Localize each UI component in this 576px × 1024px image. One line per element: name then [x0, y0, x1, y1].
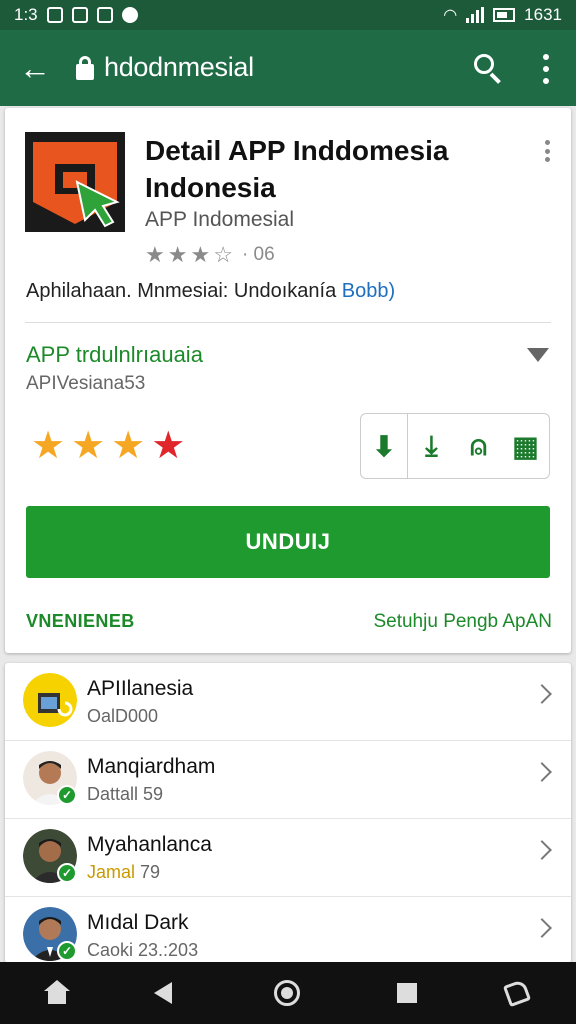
list-item[interactable]: APIIlanesia OalD000: [5, 663, 571, 741]
star-icon[interactable]: ★: [151, 426, 185, 466]
footer-left-link[interactable]: VNENIENEB: [26, 611, 135, 632]
list-item-subtitle-rest: 79: [140, 862, 161, 882]
arrow-down-icon[interactable]: ⤓: [408, 414, 455, 478]
list-item-name: Manqiardham: [87, 755, 216, 778]
chevron-right-icon: [532, 840, 552, 860]
back-arrow-icon[interactable]: ←: [18, 48, 52, 88]
star-icon[interactable]: ★: [111, 426, 145, 466]
list-item-subtitle: OalD000: [87, 706, 159, 726]
chevron-right-icon: [532, 918, 552, 938]
install-button[interactable]: UNDUIJ: [26, 506, 550, 578]
divider: [25, 322, 551, 323]
signal-icon: [466, 7, 485, 23]
app-tagline: Aphilahaan. Mnmesiai: Undoıkanía Bobb): [26, 280, 395, 303]
section-subtitle: APIVesiana53: [26, 373, 146, 394]
system-nav-bar: [0, 962, 576, 1024]
recents-icon[interactable]: [390, 976, 424, 1010]
lock-icon: [76, 56, 94, 80]
download-icon[interactable]: ⬇: [361, 414, 408, 478]
star-icon[interactable]: ★: [71, 426, 105, 466]
avatar: ✓: [23, 829, 77, 883]
star-icon: ★: [190, 242, 211, 267]
section-title[interactable]: APP trdulnlrıauaia: [26, 342, 203, 368]
list-item-name: APIIlanesia: [87, 677, 194, 700]
app-detail-card: Detail APP Inddomesia Indonesia APP Indo…: [5, 108, 571, 653]
list-item[interactable]: ✓ Myahanlanca Jamal 79: [5, 819, 571, 897]
star-icon: ☆: [213, 242, 233, 267]
verified-badge-icon: ✓: [57, 941, 77, 961]
rating-summary: ★ ★ ★ ☆ · 06: [145, 242, 275, 268]
app-name: Detail APP Inddomesia Indonesia: [145, 135, 449, 203]
more-vert-icon[interactable]: [536, 54, 556, 84]
nav-back-icon[interactable]: [146, 976, 180, 1010]
avatar: [23, 673, 77, 727]
tagline-link[interactable]: Bobb): [342, 280, 395, 302]
list-item[interactable]: ✓ Manqiardham Dattall 59: [5, 741, 571, 819]
avatar: ✓: [23, 751, 77, 805]
app-bar-title: hdodnmesial: [104, 52, 254, 82]
verified-badge-icon: ✓: [57, 863, 77, 883]
verified-badge-icon: ✓: [57, 785, 77, 805]
wifi-icon: ◠: [443, 7, 458, 24]
home-icon[interactable]: [40, 976, 74, 1010]
screen-rotate-icon[interactable]: [500, 976, 534, 1010]
app-bar: ← hdodnmesial: [0, 30, 576, 106]
nav-home-circle-icon[interactable]: [270, 976, 304, 1010]
list-item[interactable]: ✓ Mıdal Dark Caoki 23.:203: [5, 897, 571, 963]
avatar: ✓: [23, 907, 77, 961]
user-rating-stars[interactable]: ★ ★ ★ ★: [31, 426, 185, 466]
chevron-right-icon: [532, 762, 552, 782]
list-item-subtitle-highlight: Jamal: [87, 862, 136, 882]
dropdown-caret-icon[interactable]: [527, 348, 549, 362]
card-more-icon[interactable]: [541, 140, 553, 162]
footer-right-link[interactable]: Setuhju Pengb ApAN: [373, 611, 552, 633]
status-bar: 1:3 ◠ 1631: [0, 0, 576, 30]
list-item-name: Mıdal Dark: [87, 911, 189, 934]
notification-gallery-icon: [46, 7, 63, 23]
person-icon[interactable]: ⍝: [455, 414, 502, 478]
related-list: APIIlanesia OalD000 ✓ Manqiardham Dattal…: [5, 663, 571, 963]
star-icon[interactable]: ★: [31, 426, 65, 466]
list-item-subtitle: Caoki 23.:203: [87, 940, 199, 960]
gift-icon[interactable]: ▦: [502, 414, 549, 478]
action-button-group: ⬇ ⤓ ⍝ ▦: [360, 413, 550, 479]
star-icon: ★: [145, 242, 165, 267]
battery-icon: [493, 8, 516, 22]
developer-name[interactable]: APP Indomesial: [145, 208, 294, 232]
app-logo-icon: [25, 132, 125, 232]
notification-photo-icon: [71, 7, 88, 23]
notification-download-icon: [96, 7, 113, 23]
chevron-right-icon: [532, 684, 552, 704]
notification-clock-icon: [121, 7, 138, 23]
search-icon[interactable]: [472, 52, 504, 84]
status-time-right: 1631: [524, 5, 562, 24]
list-item-subtitle: Jamal 79: [87, 862, 160, 883]
list-item-subtitle: Dattall 59: [87, 784, 164, 804]
list-item-name: Myahanlanca: [87, 833, 212, 856]
rating-count: · 06: [241, 244, 275, 265]
star-icon: ★: [167, 242, 188, 267]
status-time-left: 1:3: [14, 5, 38, 24]
tagline-text: Aphilahaan. Mnmesiai: Undoıkanía: [26, 280, 337, 302]
